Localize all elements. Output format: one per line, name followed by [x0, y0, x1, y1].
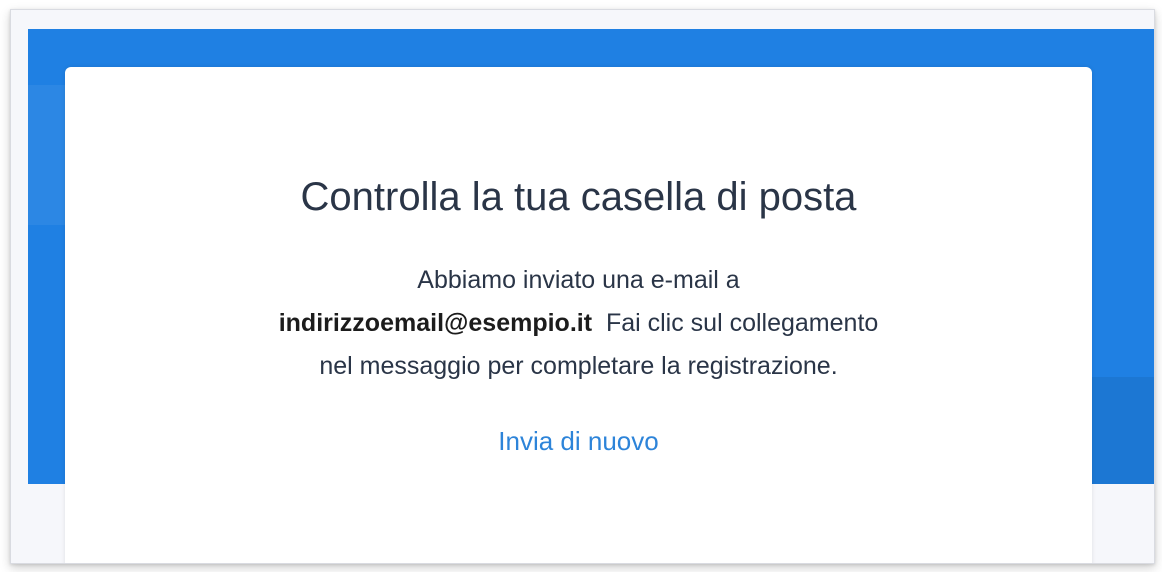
- message-line-1: Abbiamo inviato una e-mail a: [417, 266, 740, 294]
- confirmation-message: Abbiamo inviato una e-mail a indirizzoem…: [185, 259, 972, 388]
- resend-link[interactable]: Invia di nuovo: [65, 423, 1092, 459]
- message-line-3: nel messaggio per completare la registra…: [319, 352, 838, 380]
- email-address: indirizzoemail@esempio.it: [278, 309, 593, 337]
- hero-shade: [1088, 377, 1154, 484]
- page-title: Controlla la tua casella di posta: [300, 175, 857, 219]
- screenshot-frame: Controlla la tua casella di posta Abbiam…: [10, 9, 1155, 564]
- message-line-2: Fai clic sul collegamento: [605, 309, 879, 337]
- confirmation-card: Controlla la tua casella di posta Abbiam…: [65, 67, 1092, 563]
